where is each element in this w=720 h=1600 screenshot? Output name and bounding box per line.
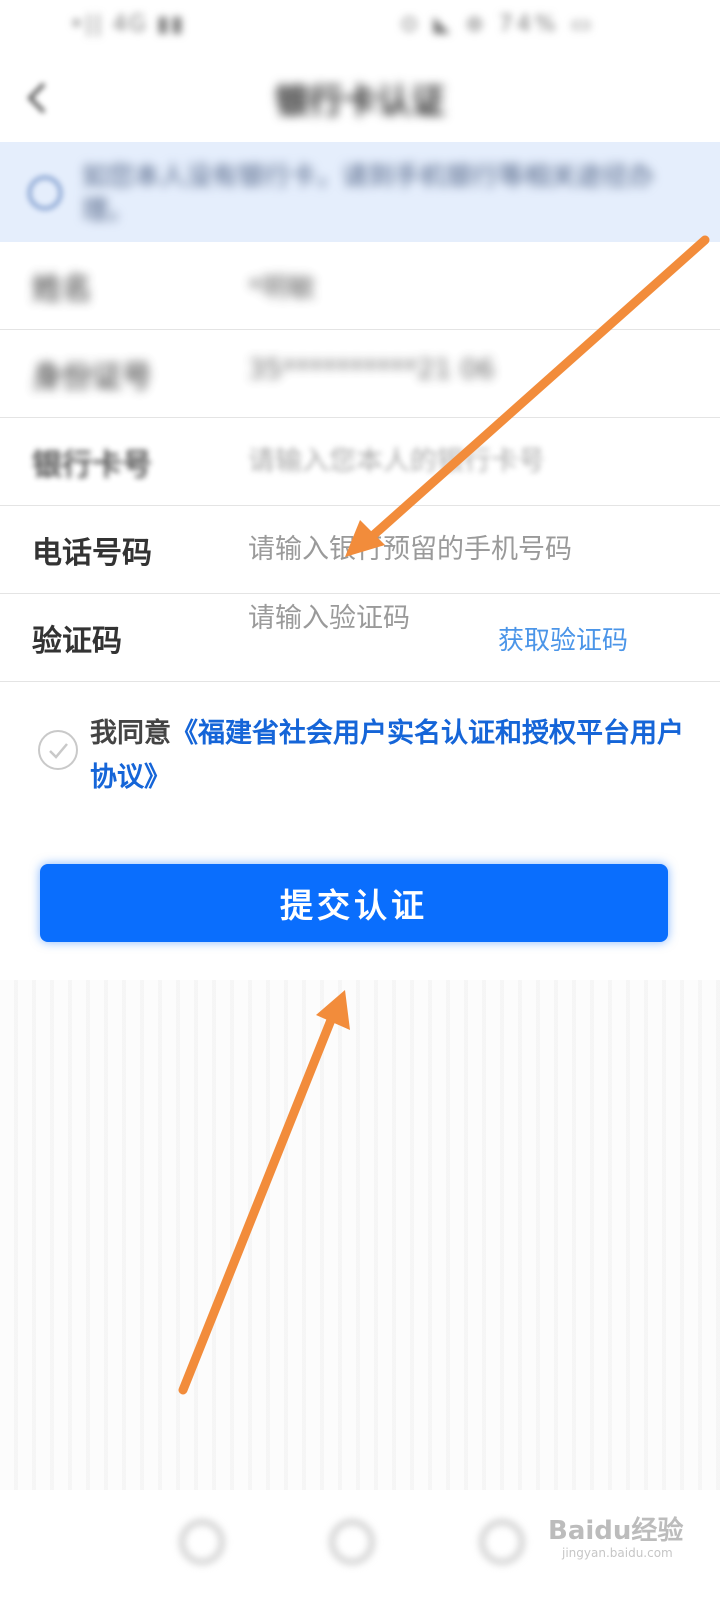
- bank-card-row: 银行卡号: [0, 418, 720, 506]
- info-icon: [28, 176, 62, 210]
- id-number-row: 身份证号 35**********21 06: [0, 330, 720, 418]
- name-value: *明敏: [248, 273, 316, 304]
- bank-card-label: 银行卡号: [32, 448, 152, 483]
- verify-code-row: 验证码 请输入验证码 获取验证码: [0, 594, 720, 682]
- submit-button[interactable]: 提交认证: [40, 864, 668, 942]
- phone-label: 电话号码: [32, 536, 152, 571]
- verify-code-input[interactable]: 请输入验证码: [248, 600, 418, 638]
- profile-tab-icon[interactable]: [480, 1520, 524, 1564]
- watermark: Baidu经验 jingyan.baidu.com: [548, 1500, 708, 1560]
- page-title: 银行卡认证: [275, 82, 445, 122]
- status-bar: •|| 4G ▮▮ ⊙ ◣ ⊛ 74% ▭: [0, 0, 720, 50]
- id-number-value: 35**********21 06: [248, 354, 495, 385]
- name-label: 姓名: [32, 272, 92, 307]
- background-area: [0, 980, 720, 1500]
- nav-bar: 银行卡认证: [0, 50, 720, 142]
- home-tab-icon[interactable]: [180, 1520, 224, 1564]
- name-row: 姓名 *明敏: [0, 242, 720, 330]
- get-code-button[interactable]: 获取验证码: [498, 620, 628, 657]
- bank-card-input[interactable]: [248, 436, 648, 486]
- agreement-prefix: 我同意: [90, 718, 171, 749]
- agreement-checkbox[interactable]: [38, 730, 78, 770]
- center-tab-icon[interactable]: [330, 1520, 374, 1564]
- status-icons: ⊙ ◣ ⊛ 74% ▭: [400, 12, 596, 37]
- notice-banner: 如您本人没有银行卡，请到手机银行等相关途径办理。: [0, 142, 720, 242]
- agreement-section: 我同意《福建省社会用户实名认证和授权平台用户协议》: [0, 700, 720, 810]
- verify-code-label: 验证码: [32, 624, 122, 659]
- status-signal: •|| 4G ▮▮: [70, 12, 186, 37]
- phone-row: 电话号码: [0, 506, 720, 594]
- agreement-text: 我同意《福建省社会用户实名认证和授权平台用户协议》: [90, 712, 690, 800]
- id-number-label: 身份证号: [32, 360, 152, 395]
- check-icon: [49, 743, 68, 759]
- agreement-link[interactable]: 《福建省社会用户实名认证和授权平台用户协议》: [90, 718, 684, 793]
- watermark-text: Baidu经验: [548, 1516, 684, 1546]
- notice-text: 如您本人没有银行卡，请到手机银行等相关途径办理。: [82, 162, 655, 226]
- watermark-url: jingyan.baidu.com: [562, 1546, 673, 1560]
- phone-input[interactable]: [248, 524, 648, 574]
